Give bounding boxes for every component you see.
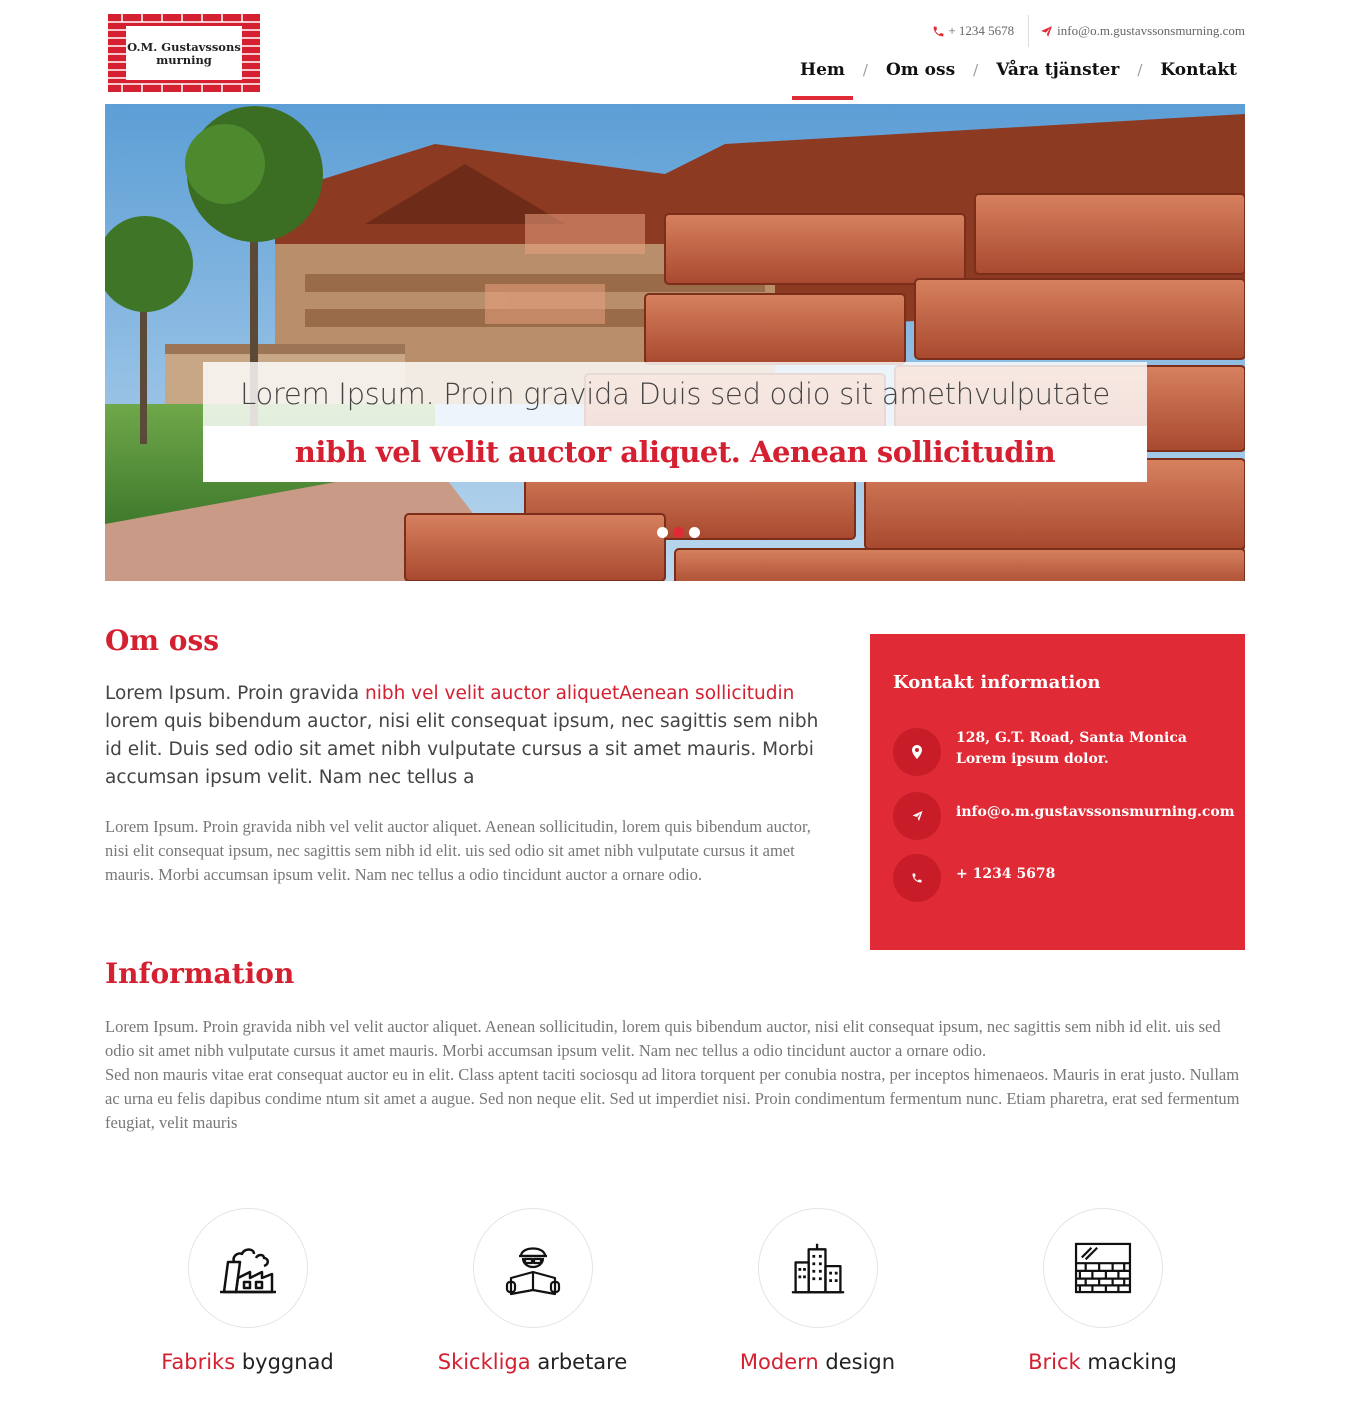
feature-circle[interactable]	[757, 1208, 878, 1328]
phone-icon	[933, 26, 944, 36]
nav-separator: /	[862, 61, 868, 79]
nav-item-vara-tjanster[interactable]: Våra tjänster	[988, 58, 1127, 104]
features-row: Fabriks byggnad Skickliga arbetare Moder…	[105, 1208, 1245, 1374]
feature-title-highlight: Modern	[739, 1350, 819, 1374]
slider-dot-3[interactable]	[689, 527, 700, 538]
top-contact-bar: + 1234 5678 info@o.m.gustavssonsmurning.…	[932, 15, 1245, 47]
feature-title-rest: macking	[1080, 1350, 1177, 1374]
buildings-icon	[791, 1243, 844, 1294]
contact-phone[interactable]: + 1234 5678	[956, 864, 1216, 885]
hero-slider[interactable]: Lorem Ipsum. Proin gravida Duis sed odio…	[105, 104, 1245, 581]
slider-dots	[657, 527, 700, 538]
hero-caption-line2: nibh vel velit auctor aliquet. Aenean so…	[203, 426, 1147, 482]
phone-icon	[893, 854, 941, 902]
map-pin-icon	[893, 728, 941, 776]
nav-separator: /	[973, 61, 979, 79]
worker-icon	[505, 1247, 560, 1296]
main-nav: Hem / Om oss / Våra tjänster / Kontakt	[792, 58, 1245, 104]
nav-label-kontakt: Kontakt	[1160, 60, 1237, 80]
paper-plane-icon	[893, 792, 941, 840]
feature-title: Fabriks byggnad	[161, 1350, 334, 1374]
brick-wall-icon	[1074, 1242, 1131, 1294]
information-heading: Information	[105, 957, 295, 990]
contact-phone-row[interactable]: + 1234 5678	[893, 854, 1216, 902]
om-oss-lead-start: Lorem Ipsum. Proin gravida	[105, 683, 365, 704]
nav-item-om-oss[interactable]: Om oss	[878, 58, 963, 104]
information-para-2: Sed non mauris vitae erat consequat auct…	[105, 1065, 1240, 1132]
factory-icon	[219, 1248, 276, 1294]
nav-item-kontakt[interactable]: Kontakt	[1152, 58, 1245, 104]
feature-title-rest: byggnad	[235, 1350, 334, 1374]
nav-separator: /	[1137, 61, 1143, 79]
company-logo[interactable]: O.M. Gustavssons murning	[108, 14, 260, 92]
feature-title-highlight: Skickliga	[437, 1350, 531, 1374]
om-oss-lead: Lorem Ipsum. Proin gravida nibh vel veli…	[105, 680, 835, 792]
information-para-1: Lorem Ipsum. Proin gravida nibh vel veli…	[105, 1017, 1221, 1060]
contact-address-row: 128, G.T. Road, Santa Monica Lorem ipsum…	[893, 728, 1216, 776]
om-oss-lead-highlight: nibh vel velit auctor aliquetAenean soll…	[364, 683, 795, 704]
nav-label-vara-tjanster: Våra tjänster	[996, 60, 1120, 80]
nav-label-hem: Hem	[800, 60, 845, 80]
hero-caption-line1: Lorem Ipsum. Proin gravida Duis sed odio…	[203, 362, 1147, 426]
feature-circle[interactable]	[472, 1208, 593, 1328]
feature-title-rest: design	[818, 1350, 896, 1374]
feature-circle[interactable]	[187, 1208, 308, 1328]
hero-image-bricks	[105, 104, 1245, 581]
information-body: Lorem Ipsum. Proin gravida nibh vel veli…	[105, 1015, 1245, 1135]
om-oss-body: Lorem Ipsum. Proin gravida nibh vel veli…	[105, 817, 811, 884]
feature-title-highlight: Fabriks	[161, 1350, 236, 1374]
feature-circle[interactable]	[1042, 1208, 1163, 1328]
feature-title-highlight: Brick	[1028, 1350, 1081, 1374]
slider-dot-1[interactable]	[657, 527, 668, 538]
slider-dot-2[interactable]	[673, 527, 684, 538]
hero-caption: Lorem Ipsum. Proin gravida Duis sed odio…	[203, 362, 1147, 482]
contact-info-box: Kontakt information 128, G.T. Road, Sant…	[870, 634, 1245, 950]
om-oss-lead-end: lorem quis bibendum auctor, nisi elit co…	[105, 711, 819, 788]
logo-line2: murning	[156, 53, 212, 67]
feature-title: Modern design	[740, 1350, 895, 1374]
contact-email[interactable]: info@o.m.gustavssonsmurning.com	[956, 802, 1235, 823]
contact-address: 128, G.T. Road, Santa Monica Lorem ipsum…	[956, 730, 1187, 767]
topbar-phone[interactable]: + 1234 5678	[932, 23, 1014, 39]
feature-fabriks-byggnad: Fabriks byggnad	[105, 1208, 390, 1374]
topbar-email-text: info@o.m.gustavssonsmurning.com	[1057, 23, 1245, 38]
feature-title: Skickliga arbetare	[438, 1350, 628, 1374]
om-oss-heading: Om oss	[105, 624, 219, 657]
topbar-email[interactable]: info@o.m.gustavssonsmurning.com	[1039, 23, 1245, 39]
topbar-divider	[1028, 15, 1030, 47]
feature-title-rest: arbetare	[530, 1350, 628, 1374]
nav-label-om-oss: Om oss	[885, 60, 956, 80]
nav-item-hem[interactable]: Hem	[792, 58, 853, 104]
paper-plane-icon	[1041, 25, 1053, 37]
contact-email-row[interactable]: info@o.m.gustavssonsmurning.com	[893, 792, 1235, 840]
feature-skickliga-arbetare: Skickliga arbetare	[390, 1208, 675, 1374]
feature-modern-design: Modern design	[675, 1208, 960, 1374]
feature-title: Brick macking	[1028, 1350, 1177, 1374]
contact-info-title: Kontakt information	[893, 672, 1101, 693]
logo-line1: O.M. Gustavssons	[127, 40, 241, 54]
topbar-phone-text: + 1234 5678	[948, 23, 1015, 38]
feature-brick-macking: Brick macking	[960, 1208, 1245, 1374]
